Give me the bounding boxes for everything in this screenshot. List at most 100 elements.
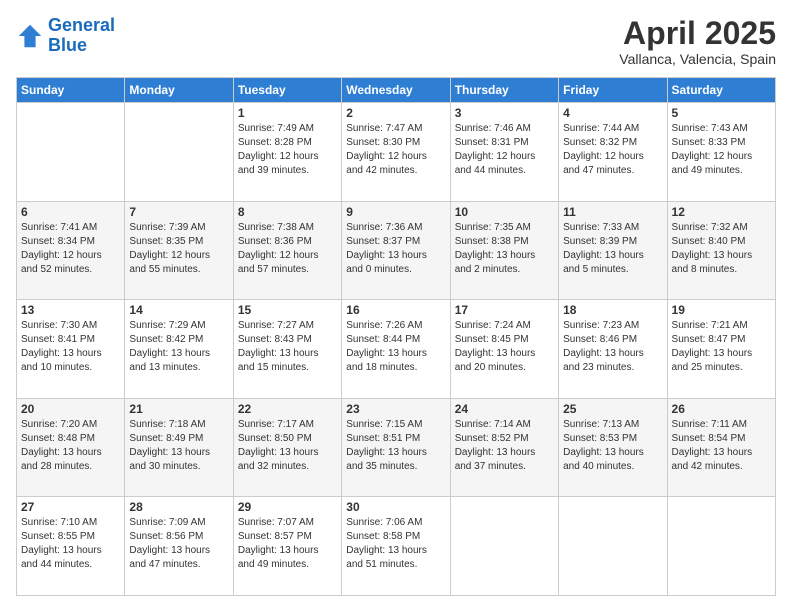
calendar-row: 27 Sunrise: 7:10 AMSunset: 8:55 PMDayligh… — [17, 497, 776, 596]
table-row: 15Sunrise: 7:27 AMSunset: 8:43 PMDayligh… — [233, 300, 341, 399]
day-info: Sunrise: 7:38 AMSunset: 8:36 PMDaylight:… — [238, 221, 337, 277]
col-thursday: Thursday — [450, 78, 558, 103]
logo-text: General Blue — [48, 16, 115, 56]
day-number: 30 — [346, 500, 445, 514]
logo-line1: General — [48, 15, 115, 35]
table-row: 10 Sunrise: 7:35 AMSunset: 8:38 PMDayligh… — [450, 201, 558, 300]
day-info: Sunrise: 7:27 AMSunset: 8:43 PMDaylight:… — [238, 319, 337, 375]
col-saturday: Saturday — [667, 78, 775, 103]
day-number: 4 — [563, 106, 662, 120]
day-number: 8 — [238, 205, 337, 219]
table-row: 5 Sunrise: 7:43 AMSunset: 8:33 PMDaylight… — [667, 103, 775, 202]
day-info: Sunrise: 7:23 AMSunset: 8:46 PMDaylight:… — [563, 319, 662, 375]
table-row: 2Sunrise: 7:47 AMSunset: 8:30 PMDaylight… — [342, 103, 450, 202]
subtitle: Vallanca, Valencia, Spain — [619, 51, 776, 67]
table-row: 29 Sunrise: 7:07 AMSunset: 8:57 PMDayligh… — [233, 497, 341, 596]
day-info: Sunrise: 7:09 AMSunset: 8:56 PMDaylight:… — [129, 516, 228, 572]
table-row — [450, 497, 558, 596]
table-row: 24 Sunrise: 7:14 AMSunset: 8:52 PMDayligh… — [450, 398, 558, 497]
logo-icon — [16, 22, 44, 50]
title-block: April 2025 Vallanca, Valencia, Spain — [619, 16, 776, 67]
table-row: 3 Sunrise: 7:46 AMSunset: 8:31 PMDaylight… — [450, 103, 558, 202]
day-number: 24 — [455, 402, 554, 416]
day-number: 5 — [672, 106, 771, 120]
day-number: 19 — [672, 303, 771, 317]
day-number: 9 — [346, 205, 445, 219]
day-info: Sunrise: 7:07 AMSunset: 8:57 PMDaylight:… — [238, 516, 337, 572]
day-number: 29 — [238, 500, 337, 514]
day-info: Sunrise: 7:41 AMSunset: 8:34 PMDaylight:… — [21, 221, 120, 277]
day-info: Sunrise: 7:10 AMSunset: 8:55 PMDaylight:… — [21, 516, 120, 572]
day-info: Sunrise: 7:30 AMSunset: 8:41 PMDaylight:… — [21, 319, 120, 375]
day-number: 28 — [129, 500, 228, 514]
table-row: 9 Sunrise: 7:36 AMSunset: 8:37 PMDaylight… — [342, 201, 450, 300]
day-number: 1 — [238, 106, 337, 120]
table-row: 30Sunrise: 7:06 AMSunset: 8:58 PMDayligh… — [342, 497, 450, 596]
day-info: Sunrise: 7:46 AMSunset: 8:31 PMDaylight:… — [455, 122, 554, 178]
day-info: Sunrise: 7:15 AMSunset: 8:51 PMDaylight:… — [346, 418, 445, 474]
table-row: 7 Sunrise: 7:39 AMSunset: 8:35 PMDaylight… — [125, 201, 233, 300]
col-tuesday: Tuesday — [233, 78, 341, 103]
day-number: 22 — [238, 402, 337, 416]
table-row: 28 Sunrise: 7:09 AMSunset: 8:56 PMDayligh… — [125, 497, 233, 596]
day-info: Sunrise: 7:29 AMSunset: 8:42 PMDaylight:… — [129, 319, 228, 375]
table-row: 21Sunrise: 7:18 AMSunset: 8:49 PMDayligh… — [125, 398, 233, 497]
day-number: 14 — [129, 303, 228, 317]
table-row: 23 Sunrise: 7:15 AMSunset: 8:51 PMDayligh… — [342, 398, 450, 497]
calendar-table: Sunday Monday Tuesday Wednesday Thursday… — [16, 77, 776, 596]
table-row: 12 Sunrise: 7:32 AMSunset: 8:40 PMDayligh… — [667, 201, 775, 300]
table-row: 14 Sunrise: 7:29 AMSunset: 8:42 PMDayligh… — [125, 300, 233, 399]
table-row: 17Sunrise: 7:24 AMSunset: 8:45 PMDayligh… — [450, 300, 558, 399]
calendar-row: 1 Sunrise: 7:49 AMSunset: 8:28 PMDaylight… — [17, 103, 776, 202]
day-info: Sunrise: 7:13 AMSunset: 8:53 PMDaylight:… — [563, 418, 662, 474]
day-info: Sunrise: 7:11 AMSunset: 8:54 PMDaylight:… — [672, 418, 771, 474]
day-number: 7 — [129, 205, 228, 219]
day-info: Sunrise: 7:35 AMSunset: 8:38 PMDaylight:… — [455, 221, 554, 277]
day-number: 3 — [455, 106, 554, 120]
day-number: 25 — [563, 402, 662, 416]
day-info: Sunrise: 7:44 AMSunset: 8:32 PMDaylight:… — [563, 122, 662, 178]
table-row: 11Sunrise: 7:33 AMSunset: 8:39 PMDayligh… — [559, 201, 667, 300]
day-number: 16 — [346, 303, 445, 317]
day-info: Sunrise: 7:49 AMSunset: 8:28 PMDaylight:… — [238, 122, 337, 178]
table-row: 13 Sunrise: 7:30 AMSunset: 8:41 PMDayligh… — [17, 300, 125, 399]
table-row — [667, 497, 775, 596]
day-info: Sunrise: 7:18 AMSunset: 8:49 PMDaylight:… — [129, 418, 228, 474]
day-info: Sunrise: 7:32 AMSunset: 8:40 PMDaylight:… — [672, 221, 771, 277]
day-info: Sunrise: 7:36 AMSunset: 8:37 PMDaylight:… — [346, 221, 445, 277]
day-number: 10 — [455, 205, 554, 219]
table-row: 6 Sunrise: 7:41 AMSunset: 8:34 PMDaylight… — [17, 201, 125, 300]
table-row — [125, 103, 233, 202]
logo-line2: Blue — [48, 35, 87, 55]
day-info: Sunrise: 7:14 AMSunset: 8:52 PMDaylight:… — [455, 418, 554, 474]
logo: General Blue — [16, 16, 115, 56]
day-number: 13 — [21, 303, 120, 317]
day-number: 23 — [346, 402, 445, 416]
day-number: 27 — [21, 500, 120, 514]
col-wednesday: Wednesday — [342, 78, 450, 103]
day-number: 6 — [21, 205, 120, 219]
day-number: 12 — [672, 205, 771, 219]
day-number: 26 — [672, 402, 771, 416]
day-info: Sunrise: 7:24 AMSunset: 8:45 PMDaylight:… — [455, 319, 554, 375]
col-monday: Monday — [125, 78, 233, 103]
table-row: 25 Sunrise: 7:13 AMSunset: 8:53 PMDayligh… — [559, 398, 667, 497]
table-row: 16Sunrise: 7:26 AMSunset: 8:44 PMDayligh… — [342, 300, 450, 399]
col-sunday: Sunday — [17, 78, 125, 103]
day-info: Sunrise: 7:20 AMSunset: 8:48 PMDaylight:… — [21, 418, 120, 474]
table-row: 19Sunrise: 7:21 AMSunset: 8:47 PMDayligh… — [667, 300, 775, 399]
day-info: Sunrise: 7:39 AMSunset: 8:35 PMDaylight:… — [129, 221, 228, 277]
calendar-row: 6 Sunrise: 7:41 AMSunset: 8:34 PMDaylight… — [17, 201, 776, 300]
calendar-row: 13 Sunrise: 7:30 AMSunset: 8:41 PMDayligh… — [17, 300, 776, 399]
day-info: Sunrise: 7:43 AMSunset: 8:33 PMDaylight:… — [672, 122, 771, 178]
day-number: 20 — [21, 402, 120, 416]
day-number: 11 — [563, 205, 662, 219]
day-number: 18 — [563, 303, 662, 317]
page: General Blue April 2025 Vallanca, Valenc… — [0, 0, 792, 612]
main-title: April 2025 — [619, 16, 776, 51]
calendar-header-row: Sunday Monday Tuesday Wednesday Thursday… — [17, 78, 776, 103]
calendar-row: 20 Sunrise: 7:20 AMSunset: 8:48 PMDayligh… — [17, 398, 776, 497]
table-row: 1 Sunrise: 7:49 AMSunset: 8:28 PMDaylight… — [233, 103, 341, 202]
col-friday: Friday — [559, 78, 667, 103]
day-info: Sunrise: 7:17 AMSunset: 8:50 PMDaylight:… — [238, 418, 337, 474]
